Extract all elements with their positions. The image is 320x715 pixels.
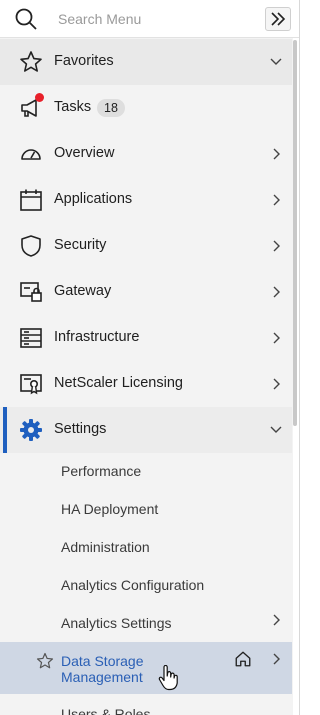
chevron-right-icon [273, 286, 280, 298]
gauge-icon [21, 149, 41, 160]
submenu-item-label: Data Storage Management [61, 653, 144, 685]
active-indicator [3, 407, 7, 453]
submenu-item-analytics-settings[interactable]: Analytics Settings [61, 615, 172, 631]
notification-dot [35, 93, 44, 102]
menu-item-label: Infrastructure [54, 329, 140, 345]
submenu-item-data-storage-management[interactable]: Data Storage Management [0, 642, 292, 694]
scrollbar-thumb[interactable] [293, 40, 297, 426]
menu-item-label: Settings [54, 421, 107, 437]
double-chevron-right-icon [271, 12, 286, 26]
menu-item-settings[interactable]: Settings [0, 407, 292, 453]
gear-icon [20, 419, 42, 441]
shield-icon [21, 235, 41, 257]
menu-item-overview[interactable]: Overview [0, 131, 292, 177]
chevron-right-icon [273, 332, 280, 344]
menu-item-label: Security [54, 237, 107, 253]
chevron-right-icon [273, 194, 280, 206]
gateway-lock-icon [20, 282, 42, 302]
menu-item-favorites[interactable]: Favorites [0, 39, 292, 85]
menu-item-infrastructure[interactable]: Infrastructure [0, 315, 292, 361]
menu-item-label: Applications [54, 191, 133, 207]
menu-item-applications[interactable]: Applications [0, 177, 292, 223]
certificate-icon [20, 374, 42, 395]
chevron-right-icon [273, 240, 280, 252]
menu-item-tasks[interactable]: Tasks [0, 85, 292, 131]
submenu-item-users-roles[interactable]: Users & Roles [61, 706, 150, 715]
tasks-count-badge: 18 [97, 99, 125, 117]
menu-item-netscaler-licensing[interactable]: NetScaler Licensing [0, 361, 292, 407]
star-icon [20, 51, 42, 72]
chevron-right-icon [273, 653, 280, 665]
submenu-item-performance[interactable]: Performance [61, 463, 141, 479]
menu-item-label: Overview [54, 145, 115, 161]
chevron-down-icon [270, 58, 282, 65]
submenu-item-ha-deployment[interactable]: HA Deployment [61, 501, 158, 517]
calendar-icon [20, 189, 42, 211]
menu-item-gateway[interactable]: Gateway [0, 269, 292, 315]
star-favorite-icon[interactable] [36, 652, 54, 670]
submenu-item-analytics-configuration[interactable]: Analytics Configuration [61, 577, 204, 593]
menu-item-security[interactable]: Security [0, 223, 292, 269]
server-rack-icon [20, 328, 42, 348]
chevron-down-icon [270, 426, 282, 433]
hand-pointer-cursor-icon [158, 665, 178, 691]
chevron-right-icon [273, 614, 280, 626]
side-menu: Favorites Tasks 18 Overview Appli [0, 0, 300, 715]
menu-item-label: Favorites [54, 53, 114, 69]
search-bar [0, 0, 299, 38]
collapse-menu-button[interactable] [265, 7, 291, 31]
menu-item-label: Tasks [54, 99, 92, 115]
search-input[interactable] [58, 8, 248, 30]
home-icon[interactable] [234, 650, 252, 668]
chevron-right-icon [273, 378, 280, 390]
menu-item-label: Gateway [54, 283, 112, 299]
submenu-item-administration[interactable]: Administration [61, 539, 150, 555]
menu-item-label: NetScaler Licensing [54, 375, 183, 391]
chevron-right-icon [273, 148, 280, 160]
search-icon[interactable] [14, 7, 38, 31]
